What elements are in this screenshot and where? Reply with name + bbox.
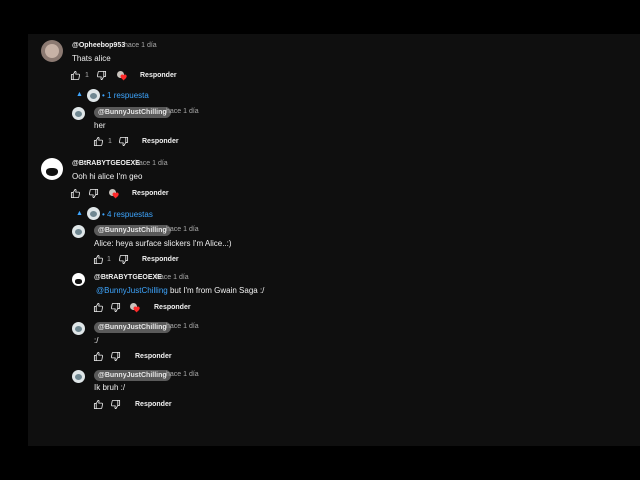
reply-time[interactable]: hace 1 día xyxy=(166,108,199,115)
reply-author[interactable]: @BtRABYTGEOEXE xyxy=(94,274,162,281)
comments-panel: @Opheebop953 hace 1 día Thats alice 1 Re… xyxy=(28,34,640,446)
reply-author[interactable]: @BunnyJustChilling xyxy=(94,370,171,381)
reply-text: @BunnyJustChilling but I'm from Gwain Sa… xyxy=(96,286,264,295)
avatar[interactable] xyxy=(72,322,85,335)
caret-up-icon[interactable]: ▲ xyxy=(76,210,83,217)
thumbs-up-icon[interactable] xyxy=(70,188,81,199)
thumbs-up-icon[interactable] xyxy=(93,302,104,313)
reply-button[interactable]: Responder xyxy=(135,353,172,360)
thumbs-down-icon[interactable] xyxy=(88,188,99,199)
avatar[interactable] xyxy=(72,107,85,120)
like-count: 1 xyxy=(107,256,111,263)
caret-up-icon[interactable]: ▲ xyxy=(76,91,83,98)
like-count: 1 xyxy=(85,72,89,79)
avatar[interactable] xyxy=(41,158,63,180)
reply-author[interactable]: @BunnyJustChilling xyxy=(94,322,171,333)
comment-text: Thats alice xyxy=(72,54,111,63)
replies-toggle-label: 4 respuestas xyxy=(107,210,153,219)
thumbs-down-icon[interactable] xyxy=(96,70,107,81)
avatar xyxy=(87,89,100,102)
thumbs-down-icon[interactable] xyxy=(110,399,121,410)
thumbs-down-icon[interactable] xyxy=(118,136,129,147)
reply-button[interactable]: Responder xyxy=(142,138,179,145)
avatar[interactable] xyxy=(41,40,63,62)
comment-text: Ooh hi alice I'm geo xyxy=(72,172,143,181)
thumbs-up-icon[interactable] xyxy=(93,254,104,265)
comment-time[interactable]: hace 1 día xyxy=(135,160,168,167)
thumbs-up-icon[interactable] xyxy=(93,399,104,410)
replies-toggle[interactable]: • 4 respuestas xyxy=(102,210,153,219)
reply-text: Ik bruh :/ xyxy=(94,383,126,392)
reply-button[interactable]: Responder xyxy=(135,401,172,408)
comment-author[interactable]: @BtRABYTGEOEXE xyxy=(72,160,140,167)
creator-heart-icon xyxy=(108,188,120,200)
thumbs-down-icon[interactable] xyxy=(110,302,121,313)
reply-author[interactable]: @BunnyJustChilling xyxy=(94,107,171,118)
reply-text: Alice: heya surface slickers I'm Alice..… xyxy=(94,239,232,248)
replies-toggle-label: 1 respuesta xyxy=(107,91,149,100)
reply-text: her xyxy=(94,121,106,130)
creator-heart-icon xyxy=(129,302,141,314)
thumbs-down-icon[interactable] xyxy=(118,254,129,265)
reply-button[interactable]: Responder xyxy=(142,256,179,263)
comment-author[interactable]: @Opheebop953 xyxy=(72,42,125,49)
mention-link[interactable]: @BunnyJustChilling xyxy=(96,286,168,295)
replies-toggle[interactable]: • 1 respuesta xyxy=(102,91,149,100)
thumbs-up-icon[interactable] xyxy=(93,351,104,362)
thumbs-up-icon[interactable] xyxy=(70,70,81,81)
reply-time[interactable]: hace 1 día xyxy=(166,226,199,233)
thumbs-down-icon[interactable] xyxy=(110,351,121,362)
avatar[interactable] xyxy=(72,273,85,286)
reply-button[interactable]: Responder xyxy=(132,190,169,197)
like-count: 1 xyxy=(108,138,112,145)
reply-text: :/ xyxy=(94,336,99,345)
thumbs-up-icon[interactable] xyxy=(93,136,104,147)
creator-heart-icon xyxy=(116,70,128,82)
reply-button[interactable]: Responder xyxy=(154,304,191,311)
reply-button[interactable]: Responder xyxy=(140,72,177,79)
reply-time[interactable]: hace 1 día xyxy=(166,371,199,378)
reply-text-body: but I'm from Gwain Saga :/ xyxy=(167,286,265,295)
reply-time[interactable]: hace 1 día xyxy=(166,323,199,330)
reply-time[interactable]: hace 1 día xyxy=(156,274,189,281)
avatar[interactable] xyxy=(72,370,85,383)
reply-author[interactable]: @BunnyJustChilling xyxy=(94,225,171,236)
avatar[interactable] xyxy=(72,225,85,238)
avatar xyxy=(87,207,100,220)
comment-time[interactable]: hace 1 día xyxy=(124,42,157,49)
